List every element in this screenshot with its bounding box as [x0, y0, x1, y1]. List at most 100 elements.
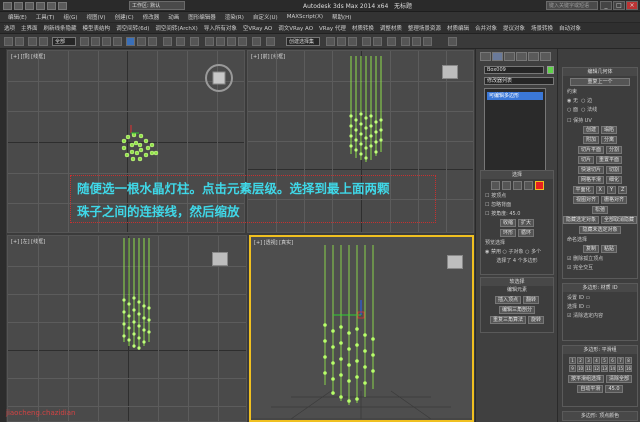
turn-button[interactable]: 旋转 [528, 316, 545, 324]
link-icon[interactable] [28, 37, 37, 46]
element-mode-icon[interactable] [534, 181, 544, 190]
maximize-button[interactable]: □ [613, 1, 625, 10]
ribbon-item[interactable]: VRay 代理 [319, 24, 346, 32]
reference-coord-icon[interactable] [163, 37, 172, 46]
object-name-field[interactable]: Box009 [484, 66, 544, 74]
create-tab-icon[interactable] [480, 52, 491, 61]
edit-triangulation-button[interactable]: 编辑三角剖分 [498, 306, 535, 314]
select-id-field[interactable]: 选择 ID ▭ [567, 303, 637, 310]
menu-edit[interactable]: 编辑(E) [8, 13, 27, 21]
ribbon-item[interactable]: 材质转换 [352, 24, 374, 32]
rollout-title[interactable]: 多边形: 材质 ID [563, 284, 637, 292]
minimize-button[interactable]: _ [600, 1, 612, 10]
angle-snap-icon[interactable] [216, 37, 225, 46]
ribbon-item[interactable]: 模型表结构 [83, 24, 111, 32]
rollout-title[interactable]: 多边形: 平滑组 [563, 346, 637, 354]
hide-unselected-button[interactable]: 隐藏未选定对象 [579, 226, 621, 234]
viewcube-compass-icon[interactable] [204, 63, 234, 93]
rotate-icon[interactable] [137, 37, 146, 46]
viewcube-icon[interactable] [442, 65, 458, 79]
edge-mode-icon[interactable] [501, 181, 511, 190]
ribbon-item[interactable]: 调空间转(6d) [116, 24, 149, 32]
attach-button[interactable]: 附加 [582, 136, 599, 144]
slice-button[interactable]: 切片 [577, 156, 594, 164]
select-object-icon[interactable] [80, 37, 89, 46]
align-icon[interactable] [326, 37, 335, 46]
percent-snap-icon[interactable] [227, 37, 236, 46]
loop-button[interactable]: 循环 [518, 229, 535, 237]
close-button[interactable]: × [626, 1, 638, 10]
viewcube-icon[interactable] [212, 252, 228, 266]
menu-maxscript[interactable]: MAXScript(X) [287, 14, 323, 20]
redo-icon[interactable] [58, 1, 67, 10]
hide-selected-button[interactable]: 隐藏选定对象 [563, 216, 599, 224]
spinner-snap-icon[interactable] [238, 37, 247, 46]
flip-button[interactable]: 翻转 [523, 296, 540, 304]
ribbon-item[interactable]: 提议对象 [503, 24, 525, 32]
set-id-field[interactable]: 设置 ID ▭ [567, 294, 637, 301]
vertex-mode-icon[interactable] [490, 181, 500, 190]
menu-customize[interactable]: 自定义(U) [253, 13, 278, 21]
menu-modifiers[interactable]: 修改器 [143, 13, 160, 21]
quickslice-button[interactable]: 快速切片 [577, 166, 604, 174]
cut-button[interactable]: 切割 [606, 166, 623, 174]
ribbon-item[interactable]: 材质编辑 [447, 24, 469, 32]
viewport-label[interactable]: [+] [前] [线框] [251, 53, 285, 60]
tessellate-button[interactable]: 细化 [606, 176, 623, 184]
ribbon-item[interactable]: 调空间转(ArchX) [155, 24, 197, 32]
by-vertex-checkbox[interactable]: ☐ 按顶点 [485, 192, 553, 199]
ribbon-item[interactable]: 选项 [4, 24, 15, 32]
rect-selection-icon[interactable] [102, 37, 111, 46]
graphite-tools-icon[interactable] [348, 37, 357, 46]
viewport-left[interactable]: [+] [左] [线框] [7, 235, 247, 422]
menu-rendering[interactable]: 渲染(R) [225, 13, 244, 21]
preserve-uv-checkbox[interactable]: ☐ 保持 UV [567, 117, 637, 124]
paste-button[interactable]: 粘贴 [601, 245, 618, 253]
workspace-dropdown[interactable]: 工作区: 默认 [129, 1, 185, 10]
save-file-icon[interactable] [36, 1, 45, 10]
new-file-icon[interactable] [14, 1, 23, 10]
rollout-title[interactable]: 多边形: 顶点颜色 [563, 412, 637, 420]
delete-isolated-checkbox[interactable]: ☑ 删除孤立顶点 [567, 255, 637, 262]
planar-y-button[interactable]: Y [606, 186, 617, 194]
redo-icon[interactable] [15, 37, 24, 46]
ribbon-item[interactable]: 主界面 [21, 24, 38, 32]
ribbon-item[interactable]: 合并对象 [475, 24, 497, 32]
chandelier-left-object[interactable] [116, 238, 166, 356]
slice-plane-button[interactable]: 切片平面 [577, 146, 604, 154]
menu-views[interactable]: 视图(V) [87, 13, 106, 21]
viewcube-icon[interactable] [447, 255, 463, 269]
stack-item-editable-poly[interactable]: 可编辑多边形 [487, 92, 543, 100]
create-button[interactable]: 创建 [582, 126, 599, 134]
ribbon-item[interactable]: 自动对象 [559, 24, 581, 32]
unhide-all-button[interactable]: 全部取消隐藏 [601, 216, 637, 224]
rollout-title[interactable]: 软选择 [481, 278, 553, 286]
ring-button[interactable]: 环形 [499, 229, 516, 237]
border-mode-icon[interactable] [512, 181, 522, 190]
search-input[interactable]: 键入关键字或短语 [546, 1, 598, 10]
ribbon-item[interactable]: 调文VRay AO [278, 24, 313, 32]
mirror-icon[interactable] [266, 37, 275, 46]
rollout-title[interactable]: 编辑几何体 [563, 68, 637, 76]
meshsmooth-button[interactable]: 网格平滑 [577, 176, 604, 184]
layer-manager-icon[interactable] [337, 37, 346, 46]
rollout-title[interactable]: 选择 [481, 171, 553, 179]
app-logo-icon[interactable] [3, 1, 12, 10]
shrink-button[interactable]: 收缩 [499, 219, 516, 227]
by-angle-checkbox[interactable]: ☐ 按角度: 45.0 [485, 210, 553, 217]
relax-button[interactable]: 松弛 [591, 206, 608, 214]
material-editor-icon[interactable] [387, 37, 396, 46]
make-planar-button[interactable]: 平面化 [572, 186, 594, 194]
select-by-name-icon[interactable] [91, 37, 100, 46]
chandelier-perspective-object[interactable] [311, 245, 391, 415]
clear-selection-checkbox[interactable]: ☑ 清除选定内容 [567, 312, 637, 319]
grid-align-button[interactable]: 栅格对齐 [601, 196, 628, 204]
viewport-perspective[interactable]: [+] [透视] [真实] [249, 235, 474, 422]
render-production-icon[interactable] [423, 37, 432, 46]
ribbon-item[interactable]: 场景转换 [531, 24, 553, 32]
named-selection-dropdown[interactable]: 创建选择集 [286, 37, 320, 46]
object-color-swatch[interactable] [547, 66, 554, 74]
utilities-tab-icon[interactable] [540, 52, 551, 61]
schematic-view-icon[interactable] [373, 37, 382, 46]
auto-smooth-value[interactable]: 45.0 [605, 385, 623, 393]
